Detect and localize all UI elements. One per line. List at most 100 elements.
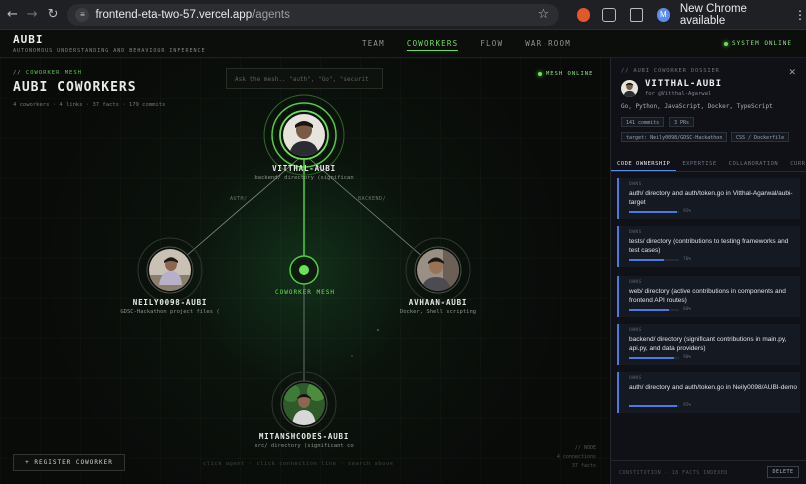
card-label: OWNS <box>629 376 642 381</box>
close-icon[interactable]: ✕ <box>788 68 796 78</box>
person-icon <box>149 249 191 291</box>
neily-avatar[interactable] <box>149 249 191 291</box>
ownership-percent: 90% <box>683 355 692 360</box>
chrome-menu-icon[interactable]: ⋮ <box>794 8 806 22</box>
brand-logo[interactable]: AUBI <box>13 33 44 46</box>
nav-coworkers[interactable]: COWORKERS <box>406 39 459 51</box>
edge-label-auth[interactable]: AUTH/ <box>230 196 248 202</box>
card-text: backend/ directory (significant contribu… <box>629 336 787 352</box>
mesh-search-input[interactable]: Ask the mesh.. "auth", "Go", "securit <box>226 68 383 89</box>
node-name-avhaan[interactable]: AVHAAN-AUBI <box>378 298 498 307</box>
node-desc-avhaan: Docker, Shell scripting <box>399 309 477 315</box>
url-host: frontend-eta-two-57.vercel.app <box>95 8 253 21</box>
mesh-online-label: MESH ONLINE <box>546 71 594 77</box>
card-text: web/ directory (active contributions in … <box>629 288 786 304</box>
main-nav: TEAM COWORKERS FLOW WAR ROOM <box>362 39 593 51</box>
vitthal-avatar[interactable] <box>283 114 325 156</box>
page-title: AUBI COWORKERS <box>13 80 137 95</box>
center-hub-dot <box>299 265 309 275</box>
ownership-card[interactable]: OWNS backend/ directory (significant cont… <box>617 324 800 365</box>
profile-avatar[interactable]: M <box>656 7 670 22</box>
commits-chip: 141 commits <box>621 117 665 127</box>
mesh-particle <box>377 329 379 331</box>
coworker-dossier-panel: // AUBI COWORKER DOSSIER ✕ VITTHAL-AUBI … <box>610 58 806 484</box>
dossier-avatar <box>621 80 638 97</box>
panel-footer: CONSTITUTION · 18 FACTS INDEXED DELETE <box>611 460 806 484</box>
legend-facts: 37 facts <box>571 463 596 469</box>
delete-button[interactable]: DELETE <box>767 466 799 478</box>
back-arrow-icon[interactable]: ← <box>4 6 21 24</box>
ownership-percent: 80% <box>683 307 692 312</box>
ownership-percent: 70% <box>683 257 692 262</box>
bookmark-star-icon[interactable]: ☆ <box>538 7 550 22</box>
card-label: OWNS <box>629 280 642 285</box>
tab-code-ownership[interactable]: CODE OWNERSHIP <box>611 158 677 171</box>
ownership-bar <box>629 357 679 359</box>
person-icon <box>283 383 325 425</box>
system-status: SYSTEM ONLINE <box>724 40 792 47</box>
tab-search-icon[interactable] <box>629 7 643 22</box>
nav-team[interactable]: TEAM <box>362 39 385 51</box>
card-label: OWNS <box>629 182 642 187</box>
reload-icon[interactable]: ↻ <box>45 6 62 24</box>
tab-current-focus[interactable]: CURRENT FOC <box>784 158 806 171</box>
dossier-owner: for @Vitthal-Agarwal <box>645 91 712 97</box>
address-bar[interactable]: ≡ frontend-eta-two-57.vercel.app/agents … <box>67 3 560 26</box>
nav-flow[interactable]: FLOW <box>480 39 503 51</box>
node-name-mitansh[interactable]: MITANSHCODES-AUBI <box>244 432 364 441</box>
ownership-bar <box>629 211 679 213</box>
mesh-online-status: MESH ONLINE <box>538 71 593 77</box>
node-name-vitthal[interactable]: VITTHAL-AUBI <box>244 164 364 173</box>
app-header: AUBI AUTONOMOUS UNDERSTANDING AND BEHAVI… <box>0 30 806 58</box>
center-hub-label: COWORKER MESH <box>275 289 335 296</box>
system-status-label: SYSTEM ONLINE <box>732 40 792 47</box>
ownership-bar-fill <box>629 211 677 213</box>
person-icon <box>621 80 638 97</box>
status-dot-icon <box>724 41 729 46</box>
target-chip: target: Neily0098/GDSC-Hackathon <box>621 132 728 142</box>
ownership-percent: 95% <box>683 403 692 408</box>
legend-title: // NODE <box>574 445 596 451</box>
card-text: auth/ directory and auth/token.go in Vit… <box>629 190 793 206</box>
ownership-bar-fill <box>629 405 677 407</box>
register-coworker-button[interactable]: + REGISTER COWORKER <box>13 454 125 471</box>
edge-label-backend[interactable]: BACKEND/ <box>358 196 386 202</box>
tab-collaboration[interactable]: COLLABORATION <box>723 158 785 171</box>
ownership-card[interactable]: OWNS auth/ directory and auth/token.go in… <box>617 178 800 219</box>
node-desc-mitansh: src/ directory (significant co <box>254 443 354 449</box>
tab-expertise[interactable]: EXPERTISE <box>676 158 722 171</box>
avhaan-avatar[interactable] <box>417 249 459 291</box>
ownership-card[interactable]: OWNS tests/ directory (contributions to t… <box>617 226 800 267</box>
browser-toolbar: ← → ↻ ≡ frontend-eta-two-57.vercel.app/a… <box>0 0 806 30</box>
chrome-update-label[interactable]: New Chrome available <box>680 3 788 27</box>
ownership-card[interactable]: OWNS auth/ directory and auth/token.go in… <box>617 372 800 413</box>
dossier-skills: Go, Python, JavaScript, Docker, TypeScri… <box>621 103 773 110</box>
forward-arrow-icon[interactable]: → <box>24 6 41 24</box>
legend-connections: 4 connections <box>556 454 596 460</box>
ownership-bar-fill <box>629 259 664 261</box>
ownership-card[interactable]: OWNS web/ directory (active contributions… <box>617 276 800 317</box>
coworker-mesh-canvas: // COWORKER MESH AUBI COWORKERS 4 cowork… <box>0 58 610 484</box>
url-path: /agents <box>252 8 290 21</box>
section-tag: // COWORKER MESH <box>13 70 82 76</box>
extension-icon[interactable] <box>577 7 591 22</box>
brand-subtitle: AUTONOMOUS UNDERSTANDING AND BEHAVIOUR I… <box>13 48 206 54</box>
dossier-name: VITTHAL-AUBI <box>645 79 723 89</box>
person-icon <box>417 249 459 291</box>
mitansh-avatar[interactable] <box>283 383 325 425</box>
footer-facts-indexed: CONSTITUTION · 18 FACTS INDEXED <box>619 470 728 476</box>
node-name-neily[interactable]: NEILY0098-AUBI <box>110 298 230 307</box>
interaction-hint: click agent · click connection line · se… <box>203 461 394 467</box>
card-label: OWNS <box>629 328 642 333</box>
nav-war-room[interactable]: WAR ROOM <box>525 39 571 51</box>
panel-tag: // AUBI COWORKER DOSSIER <box>621 68 720 74</box>
mesh-stats: 4 coworkers · 4 links · 37 facts · 179 c… <box>13 102 166 108</box>
node-desc-vitthal: backend/ directory (significan <box>254 175 354 181</box>
site-info-icon[interactable]: ≡ <box>75 7 90 22</box>
ownership-bar <box>629 405 679 407</box>
card-text: auth/ directory and auth/token.go in Nei… <box>629 384 798 391</box>
extensions-puzzle-icon[interactable] <box>602 7 616 22</box>
node-desc-neily: GDSC-Hackathon project files ( <box>120 309 220 315</box>
ownership-percent: 95% <box>683 209 692 214</box>
ownership-bar <box>629 309 679 311</box>
